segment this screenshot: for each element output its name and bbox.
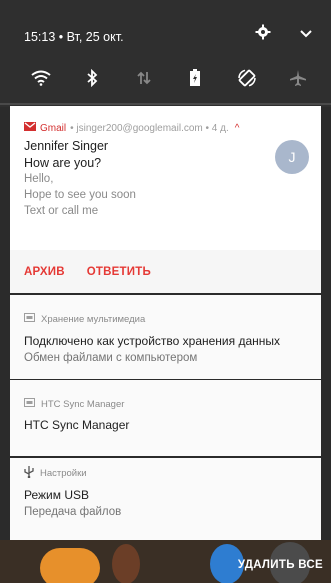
email-subject: How are you? — [24, 156, 102, 170]
sync-manager-icon — [24, 398, 35, 410]
bluetooth-icon[interactable] — [79, 65, 105, 91]
email-body-line: Hello, — [24, 173, 54, 185]
usb-notification-card[interactable]: Настройки Режим USB Передача файлов — [10, 458, 321, 540]
status-time-date: 15:13 • Вт, 25 окт. — [24, 30, 124, 44]
dock-app-icon — [112, 544, 140, 583]
gmail-actions-row: АРХИВ ОТВЕТИТЬ — [10, 250, 321, 293]
header-divider — [0, 103, 331, 105]
clear-all-button[interactable]: УДАЛИТЬ ВСЕ — [238, 559, 323, 571]
collapse-caret-icon[interactable]: ^ — [235, 123, 240, 134]
htc-sync-app-name: HTC Sync Manager — [41, 398, 125, 410]
airplane-mode-icon[interactable] — [285, 65, 311, 91]
media-storage-notification-card[interactable]: Хранение мультимедиа Подключено как устр… — [10, 295, 321, 379]
usb-header: Настройки — [24, 466, 87, 481]
gmail-notification-card[interactable]: Gmail • jsinger200@googlemail.com • 4 д.… — [10, 106, 321, 293]
usb-text: Передача файлов — [24, 506, 122, 518]
email-body-line: Hope to see you soon — [24, 189, 136, 201]
email-body-line: Text or call me — [24, 205, 99, 217]
usb-app-name: Настройки — [40, 468, 87, 479]
htc-sync-header: HTC Sync Manager — [24, 398, 124, 410]
gmail-icon — [24, 122, 36, 134]
reply-button[interactable]: ОТВЕТИТЬ — [87, 266, 151, 278]
htc-sync-notification-card[interactable]: HTC Sync Manager HTC Sync Manager — [10, 380, 321, 456]
dock-app-icon — [40, 548, 100, 583]
media-storage-text: Обмен файлами с компьютером — [24, 352, 198, 364]
archive-button[interactable]: АРХИВ — [24, 266, 65, 278]
media-storage-app-name: Хранение мультимедиа — [41, 313, 146, 325]
storage-icon — [24, 313, 35, 325]
wifi-icon[interactable] — [28, 65, 54, 91]
gmail-account-time: • jsinger200@googlemail.com • 4 д. — [70, 122, 229, 134]
notification-shade-header: 15:13 • Вт, 25 окт. — [0, 0, 331, 107]
quick-settings-row — [0, 58, 331, 98]
media-storage-header: Хранение мультимедиа — [24, 313, 145, 325]
gmail-app-name: Gmail — [40, 122, 67, 134]
expand-chevron-down-icon[interactable] — [299, 26, 313, 44]
settings-gear-icon[interactable] — [255, 24, 271, 45]
sender-avatar: J — [275, 140, 309, 174]
header-actions — [255, 24, 313, 45]
mobile-data-icon[interactable] — [131, 65, 157, 91]
gmail-notification-header: Gmail • jsinger200@googlemail.com • 4 д.… — [24, 122, 239, 134]
email-sender: Jennifer Singer — [24, 139, 109, 153]
htc-sync-title: HTC Sync Manager — [24, 418, 130, 432]
media-storage-title: Подключено как устройство хранения данны… — [24, 334, 281, 348]
auto-rotate-icon[interactable] — [234, 65, 260, 91]
usb-title: Режим USB — [24, 488, 90, 502]
usb-icon — [24, 466, 34, 481]
battery-saver-icon[interactable] — [182, 65, 208, 91]
